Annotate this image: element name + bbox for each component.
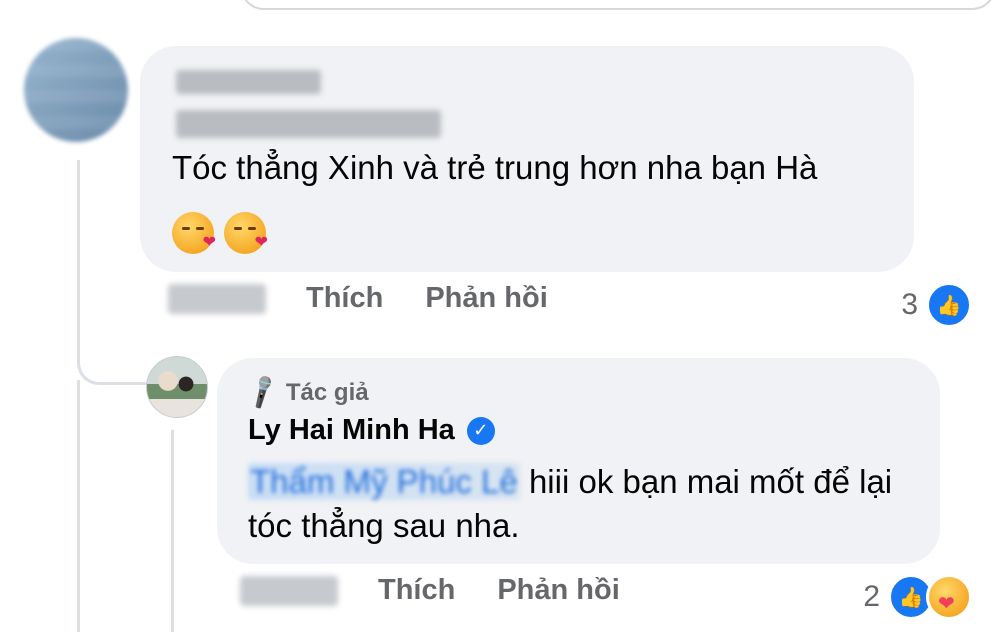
comment-emojis xyxy=(172,212,268,254)
reply-actions: Thích Phản hồi xyxy=(240,574,662,607)
reply-text: Thẩm Mỹ Phúc Lê hiii ok bạn mai mốt để l… xyxy=(248,460,928,548)
reply-button[interactable]: Phản hồi xyxy=(425,282,547,315)
reply-author-name[interactable]: Ly Hai Minh Ha xyxy=(248,414,455,447)
comment-text: Tóc thẳng Xinh và trẻ trung hơn nha bạn … xyxy=(172,149,818,186)
reaction-count: 3 xyxy=(901,288,918,321)
comment-timestamp-blurred[interactable] xyxy=(168,283,266,314)
reaction-summary[interactable]: 2 👍 xyxy=(863,574,972,620)
commenter-avatar[interactable] xyxy=(24,38,128,142)
mention-link[interactable]: Thẩm Mỹ Phúc Lê xyxy=(248,463,520,500)
reply-thread-line xyxy=(171,430,174,632)
care-icon xyxy=(926,574,972,620)
kissing-heart-emoji-icon xyxy=(224,212,268,254)
thread-connector xyxy=(77,330,148,385)
commenter-name-blurred[interactable] xyxy=(176,70,321,94)
thread-line xyxy=(77,380,80,632)
like-button[interactable]: Thích xyxy=(378,574,455,607)
kissing-heart-emoji-icon xyxy=(172,212,216,254)
author-avatar[interactable] xyxy=(146,356,208,418)
comment-actions: Thích Phản hồi xyxy=(168,282,590,315)
like-button[interactable]: Thích xyxy=(306,282,383,315)
reaction-count: 2 xyxy=(863,580,880,613)
microphone-icon: 🎤 xyxy=(243,373,283,412)
previous-comment-box xyxy=(240,0,996,10)
thread-line xyxy=(77,160,80,350)
author-badge-label: Tác giả xyxy=(285,378,369,406)
reply-button[interactable]: Phản hồi xyxy=(497,574,619,607)
like-icon: 👍 xyxy=(926,282,972,328)
reaction-summary[interactable]: 3 👍 xyxy=(901,282,972,328)
commenter-subtitle-blurred xyxy=(176,110,441,138)
verified-badge-icon: ✓ xyxy=(466,416,495,445)
reply-author[interactable]: Ly Hai Minh Ha ✓ xyxy=(248,414,495,447)
reply-timestamp-blurred[interactable] xyxy=(240,575,338,606)
author-badge: 🎤 Tác giả xyxy=(243,373,369,411)
